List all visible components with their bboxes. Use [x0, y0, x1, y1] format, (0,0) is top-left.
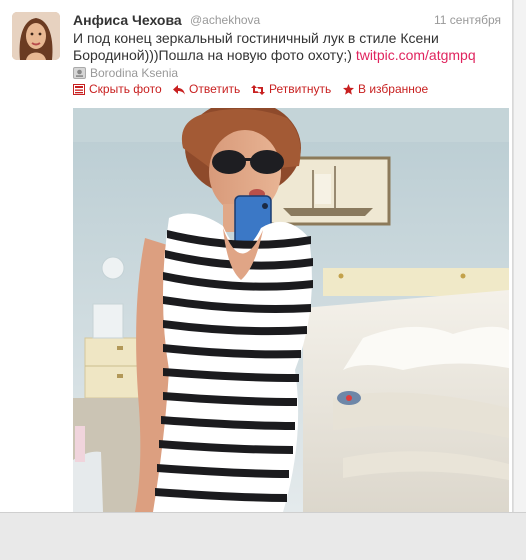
- retweet-icon: [251, 84, 265, 98]
- tweet-text-line1: И под конец зеркальный гостиничный лук в…: [73, 30, 439, 46]
- tweet-card: Анфиса Чехова @achekhova 11 сентября И п…: [0, 0, 513, 513]
- reply-button[interactable]: Ответить: [173, 82, 240, 98]
- tweet-link[interactable]: twitpic.com/atgmpq: [356, 47, 476, 63]
- tweet-text: И под конец зеркальный гостиничный лук в…: [73, 30, 503, 64]
- hide-photo-button[interactable]: Скрыть фото: [73, 82, 162, 98]
- photo-icon: [73, 84, 85, 98]
- retweet-button[interactable]: Ретвитнуть: [251, 82, 331, 98]
- location-icon: [73, 67, 86, 82]
- star-icon: [343, 84, 354, 98]
- reply-arrow-icon: [173, 84, 185, 98]
- tweet-timestamp[interactable]: 11 сентября: [434, 13, 501, 27]
- tweet-text-line2: Бородиной)))Пошла на новую фото охоту;): [73, 47, 356, 63]
- reply-label: Ответить: [189, 82, 241, 96]
- favorite-button[interactable]: В избранное: [343, 82, 428, 98]
- avatar[interactable]: [12, 12, 60, 60]
- hide-photo-label: Скрыть фото: [89, 82, 162, 96]
- place-label: Borodina Ksenia: [90, 66, 179, 80]
- bottom-panel: [0, 512, 526, 560]
- author-name[interactable]: Анфиса Чехова: [73, 12, 182, 28]
- author-handle[interactable]: @achekhova: [190, 13, 260, 27]
- tweet-photo[interactable]: [73, 108, 509, 512]
- scrollbar[interactable]: [513, 0, 526, 512]
- retweet-label: Ретвитнуть: [269, 82, 332, 96]
- place-tag[interactable]: Borodina Ksenia: [73, 66, 178, 82]
- favorite-label: В избранное: [358, 82, 429, 96]
- tweet-header: Анфиса Чехова @achekhova 11 сентября: [73, 12, 503, 30]
